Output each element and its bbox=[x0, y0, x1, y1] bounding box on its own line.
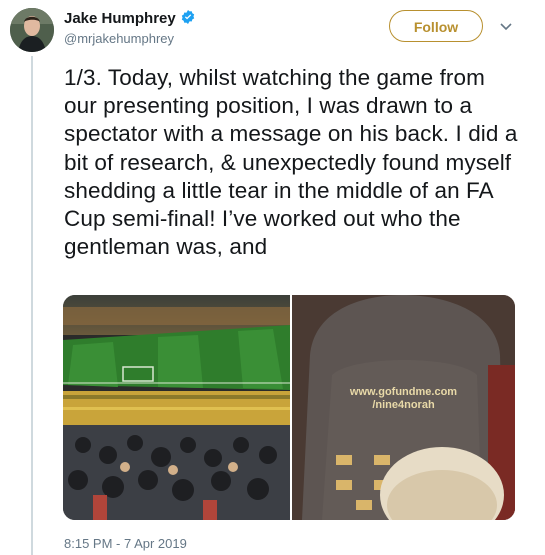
follow-button[interactable]: Follow bbox=[389, 10, 483, 42]
hoodie-text-line2: /nine4norah bbox=[372, 399, 435, 411]
verified-badge-icon bbox=[180, 9, 196, 29]
thread-line bbox=[31, 56, 33, 555]
avatar[interactable] bbox=[10, 8, 54, 52]
hoodie-photo[interactable]: www.gofundme.com /nine4norah bbox=[292, 295, 515, 520]
author-name-text[interactable]: Jake Humphrey bbox=[64, 10, 176, 27]
timestamp[interactable]: 8:15 PM - 7 Apr 2019 bbox=[64, 536, 187, 551]
media-grid[interactable]: www.gofundme.com /nine4norah bbox=[63, 295, 515, 520]
tweet-text: 1/3. Today, whilst watching the game fro… bbox=[64, 65, 518, 260]
chevron-down-icon[interactable] bbox=[500, 19, 512, 37]
stadium-photo[interactable] bbox=[63, 295, 290, 520]
author-name[interactable]: Jake Humphrey bbox=[64, 9, 196, 29]
hoodie-text-line1: www.gofundme.com bbox=[349, 386, 458, 398]
author-handle[interactable]: @mrjakehumphrey bbox=[64, 31, 174, 46]
